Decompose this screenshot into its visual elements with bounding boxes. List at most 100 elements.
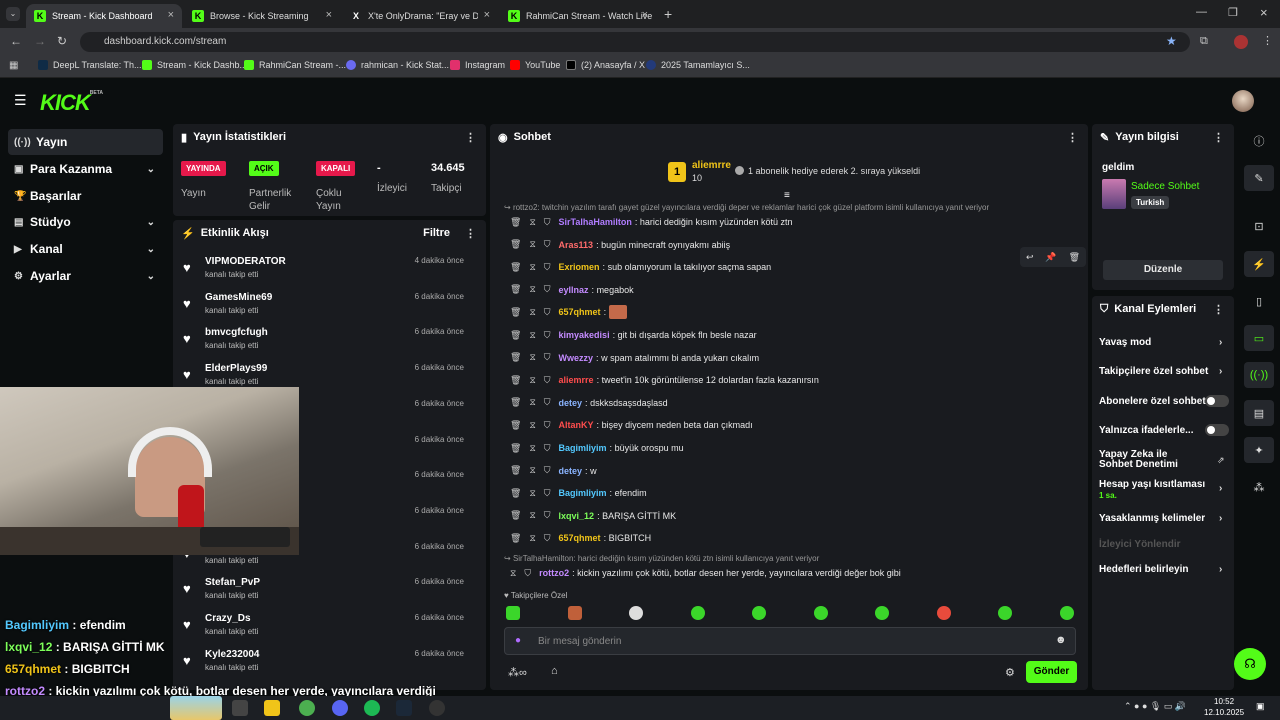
delete-icon[interactable]: 🗑 — [510, 352, 521, 363]
more-dots-icon[interactable]: ⋮ — [465, 131, 476, 144]
chat-username[interactable]: Exriomen — [559, 262, 600, 272]
ban-icon[interactable]: ⛉ — [544, 262, 551, 273]
minimize-button[interactable]: — — [1196, 6, 1207, 18]
emote[interactable] — [752, 606, 766, 620]
mic-icon[interactable]: ● — [515, 635, 521, 646]
timeout-icon[interactable]: ⧖ — [529, 330, 535, 341]
category-link[interactable]: Sadece Sohbet — [1131, 181, 1199, 192]
reload-icon[interactable]: ↻ — [57, 34, 67, 48]
timeout-icon[interactable]: ⧖ — [529, 239, 535, 250]
emote[interactable] — [998, 606, 1012, 620]
steam-icon[interactable] — [396, 700, 412, 716]
apps-grid-icon[interactable]: ▦ — [9, 60, 18, 71]
delete-icon[interactable]: 🗑 — [510, 510, 521, 521]
delete-icon[interactable]: 🗑 — [510, 488, 521, 499]
action-account-age[interactable]: Hesap yaşı kısıtlaması › — [1099, 479, 1222, 494]
activity-username[interactable]: Stefan_PvP — [205, 577, 260, 588]
hamburger-menu-icon[interactable]: ☰ — [14, 92, 27, 109]
bookmark-instagram[interactable]: Instagram — [450, 60, 505, 70]
action-slow-mode[interactable]: Yavaş mod › — [1099, 337, 1222, 348]
new-tab-button[interactable]: + — [664, 6, 672, 22]
bookmark-kick-stats[interactable]: rahmican - Kick Stat... — [346, 60, 449, 70]
reply-icon[interactable]: ↩ — [1026, 252, 1034, 263]
activity-username[interactable]: bmvcgfcfugh — [205, 327, 268, 338]
timeout-icon[interactable]: ⧖ — [529, 420, 535, 431]
ban-icon[interactable]: ⛉ — [544, 397, 551, 408]
kick-points-icon[interactable]: ⁂∞ — [508, 666, 527, 679]
bookmark-kick-dashboard[interactable]: Stream - Kick Dashb... — [142, 60, 247, 70]
tab-browse[interactable]: K Browse - Kick Streaming × — [184, 4, 340, 28]
timeout-icon[interactable]: ⧖ — [529, 307, 535, 318]
timeout-icon[interactable]: ⧖ — [529, 443, 535, 454]
emote[interactable] — [814, 606, 828, 620]
chat-username[interactable]: AltanKY — [559, 420, 594, 430]
chat-username[interactable]: aliemrre — [559, 375, 594, 385]
ban-icon[interactable]: ⛉ — [544, 307, 551, 318]
chat-message[interactable]: 🗑 ⧖ ⛉ kimyakedisi: git bi dışarda köpek fln… — [510, 327, 757, 343]
action-follower-only[interactable]: Takipçilere özel sohbet › — [1099, 366, 1222, 377]
profile-avatar[interactable] — [1234, 35, 1248, 49]
spotify-icon[interactable] — [364, 700, 380, 716]
delete-icon[interactable]: 🗑 — [510, 443, 521, 454]
bookmark-rahmican[interactable]: RahmiCan Stream -... — [244, 60, 346, 70]
chat-message[interactable]: 🗑 ⧖ ⛉ Exriomen: sub olamıyorum la takılıyor… — [510, 259, 771, 275]
chat-message[interactable]: 🗑 ⧖ ⛉ 657qhmet: BIGBITCH — [510, 530, 651, 546]
layers-icon[interactable]: ▤ — [1244, 400, 1274, 426]
chat-username[interactable]: Bagimliyim — [559, 443, 607, 453]
window-close-button[interactable]: × — [1260, 5, 1268, 20]
close-icon[interactable]: × — [326, 9, 332, 21]
chat-username[interactable]: rottzo2 — [539, 568, 569, 578]
chat-message[interactable]: 🗑 ⧖ ⛉ SirTalhaHamilton: harici dediğin kısı… — [510, 214, 793, 230]
send-button[interactable]: Gönder — [1026, 661, 1077, 683]
nav-basarilar[interactable]: 🏆 Başarılar — [8, 183, 163, 209]
file-explorer-icon[interactable] — [264, 700, 280, 716]
activity-username[interactable]: VIPMODERATOR — [205, 256, 286, 267]
ban-icon[interactable]: ⛉ — [544, 352, 551, 363]
menu-dots-icon[interactable]: ⋮ — [1262, 34, 1273, 47]
action-goals[interactable]: Hedefleri belirleyin › — [1099, 564, 1222, 575]
timeout-icon[interactable]: ⧖ — [529, 510, 535, 521]
document-icon[interactable]: ▯ — [1244, 288, 1274, 314]
chat-username[interactable]: detey — [559, 466, 583, 476]
delete-icon[interactable]: 🗑 — [510, 217, 521, 228]
chat-message[interactable]: 🗑 ⧖ ⛉ detey: dskksdsaşsdaşlasd — [510, 395, 668, 411]
delete-icon[interactable]: 🗑 — [510, 239, 521, 250]
more-dots-icon[interactable]: ⋮ — [1213, 131, 1224, 144]
edit-button[interactable]: Düzenle — [1103, 260, 1223, 280]
nav-yayin[interactable]: ((·)) Yayın — [8, 129, 163, 155]
delete-icon[interactable]: 🗑 — [510, 420, 521, 431]
ban-icon[interactable]: ⛉ — [544, 443, 551, 454]
bookmark-x[interactable]: (2) Anasayfa / X — [566, 60, 645, 70]
timeout-icon[interactable]: ⧖ — [529, 375, 535, 386]
close-icon[interactable]: × — [642, 9, 648, 21]
obs-icon[interactable] — [429, 700, 445, 716]
ban-icon[interactable]: ⛉ — [544, 239, 551, 250]
delete-icon[interactable]: 🗑 — [510, 284, 521, 295]
nav-studyo[interactable]: ▤ Stüdyo ⌄ — [8, 209, 163, 235]
info-icon[interactable]: ⓘ — [1244, 128, 1274, 154]
chat-message[interactable]: 🗑 ⧖ ⛉ Bagimliyim: büyük orospu mu — [510, 440, 684, 456]
emote[interactable] — [506, 606, 520, 620]
nav-para-kazanma[interactable]: ▣ Para Kazanma ⌄ — [8, 156, 163, 182]
url-field[interactable]: dashboard.kick.com/stream — [80, 32, 1190, 52]
chat-message[interactable]: 🗑 ⧖ ⛉ eyllnaz: megabok — [510, 282, 634, 298]
kick-logo[interactable]: KICKBETA — [40, 90, 103, 116]
ban-icon[interactable]: ⛉ — [544, 330, 551, 341]
bookmark-2025[interactable]: 2025 Tamamlayıcı S... — [646, 60, 750, 70]
delete-icon[interactable]: 🗑 — [510, 375, 521, 386]
chat-message[interactable]: 🗑 ⧖ ⛉ 657qhmet: — [510, 304, 627, 320]
emote[interactable] — [691, 606, 705, 620]
bookmark-youtube[interactable]: YouTube — [510, 60, 560, 70]
activity-username[interactable]: ElderPlays99 — [205, 363, 267, 374]
action-banned-words[interactable]: Yasaklanmış kelimeler › — [1099, 513, 1222, 524]
tab-list-button[interactable]: ⌄ — [6, 7, 20, 21]
chat-username[interactable]: lxqvi_12 — [559, 511, 595, 521]
chat-message[interactable]: 🗑 ⧖ ⛉ lxqvi_12: BARIŞA GİTTİ MK — [510, 508, 676, 524]
chrome-icon[interactable] — [299, 700, 315, 716]
chat-username[interactable]: Bagimliyim — [559, 488, 607, 498]
delete-icon[interactable]: 🗑 — [510, 307, 521, 318]
chat-settings-icon[interactable]: ⚙ — [1005, 666, 1015, 679]
delete-icon[interactable]: 🗑 — [510, 465, 521, 476]
maximize-button[interactable]: ❐ — [1228, 6, 1238, 19]
activity-username[interactable]: Crazy_Ds — [205, 613, 251, 624]
